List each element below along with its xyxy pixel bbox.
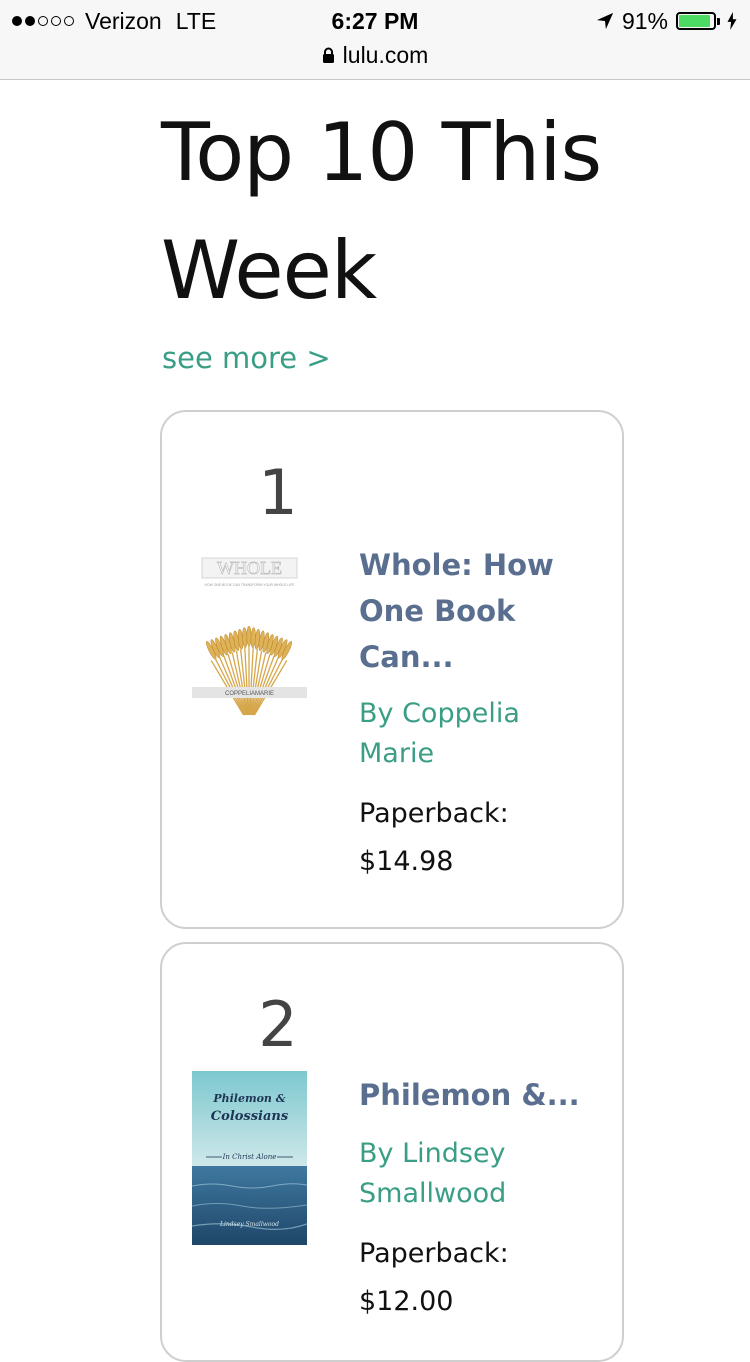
url-text: lulu.com [342,41,429,68]
cover-subtitle: HOW ONE BOOK CAN TRANSFORM YOUR WHOLE LI… [205,583,296,587]
section-title: Top 10 This Week [161,106,602,317]
book-format-label: Paperback: [359,1238,509,1269]
lock-icon [322,47,334,63]
book-rank: 1 [258,456,298,529]
wheat-ear [246,625,252,647]
book-cover-image[interactable]: WHOLE HOW ONE BOOK CAN TRANSFORM YOUR WH… [192,550,307,720]
book-title-link[interactable]: Whole: How One Book Can... [359,542,599,680]
battery-percent: 91% [621,7,668,34]
book-cover-image[interactable]: Philemon & Colossians In Christ Alone Li… [192,1071,307,1245]
book-format-label: Paperback: [359,798,509,829]
cover-tagline: In Christ Alone [222,1153,277,1161]
book-title-link[interactable]: Philemon &... [359,1072,609,1118]
charging-bolt-icon [727,12,737,30]
cover-title-line2: Colossians [211,1109,289,1124]
cover-heading: WHOLE [217,558,282,578]
battery-fill [679,15,710,27]
battery-cap [717,17,720,25]
book-card[interactable]: 2 Philemon & Colossians In Christ Alone … [160,942,624,1362]
status-right: 91% [596,6,738,36]
book-author-link[interactable]: By Lindsey Smallwood [359,1134,599,1214]
see-more-link[interactable]: see more > [162,338,331,378]
battery-icon [676,12,716,30]
cover-author-band: COPPELIAMARIE [225,691,274,697]
browser-top-bar: Verizon LTE 6:27 PM 91% lulu.com [0,0,750,80]
cover-title-line1: Philemon & [212,1092,285,1105]
book-card[interactable]: 1 WHOLE HOW ONE BOOK CAN TRANSFORM YOUR … [160,410,624,929]
book-price: $12.00 [359,1286,454,1317]
address-bar[interactable]: lulu.com [0,40,750,70]
location-arrow-icon [596,12,614,30]
cover-author-script: Lindsey Smallwood [219,1221,279,1228]
book-author-link[interactable]: By Coppelia Marie [359,694,599,774]
book-price: $14.98 [359,846,454,877]
book-rank: 2 [258,988,298,1061]
